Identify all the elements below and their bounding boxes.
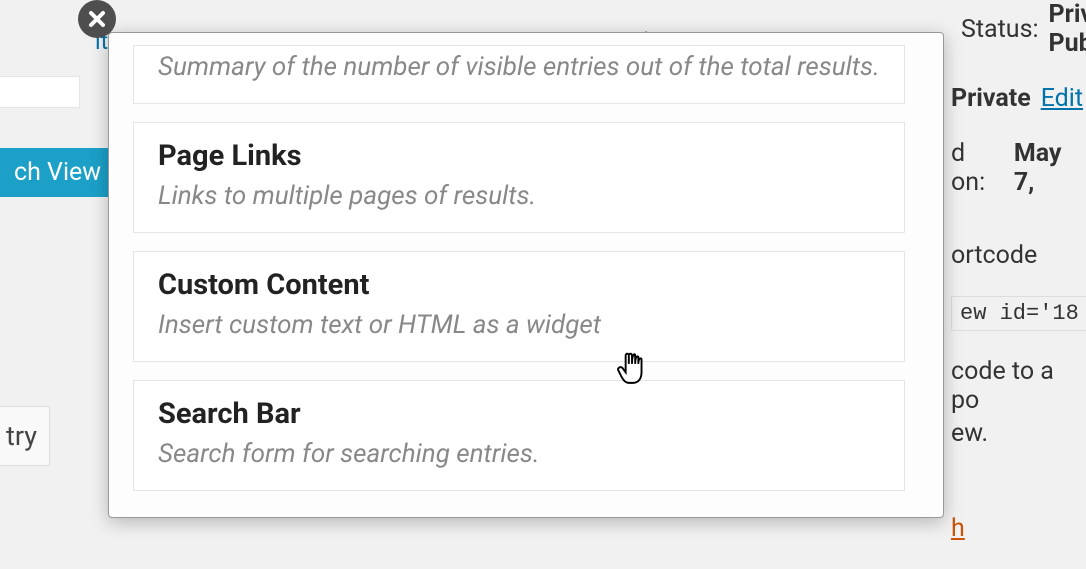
- widget-item-custom-content[interactable]: Custom Content Insert custom text or HTM…: [133, 251, 905, 362]
- switch-view-button[interactable]: ch View: [0, 148, 115, 197]
- shortcode-value[interactable]: ew id='18: [951, 296, 1086, 331]
- widget-title: Custom Content: [158, 268, 880, 302]
- publish-sidebar: Status: Privately Pub Private Edit d on:…: [941, 0, 1086, 569]
- widget-desc: Insert custom text or HTML as a widget: [158, 308, 880, 343]
- shortcode-label: ortcode: [951, 241, 1037, 270]
- widget-item-summary[interactable]: Summary of the number of visible entries…: [133, 45, 905, 104]
- widget-desc: Links to multiple pages of results.: [158, 179, 880, 214]
- widget-item-search-bar[interactable]: Search Bar Search form for searching ent…: [133, 380, 905, 491]
- shortcode-hint-2: ew.: [951, 419, 988, 448]
- visibility-value: Private: [951, 84, 1031, 113]
- widget-desc: Search form for searching entries.: [158, 437, 880, 472]
- widget-item-page-links[interactable]: Page Links Links to multiple pages of re…: [133, 122, 905, 233]
- status-value: Privately Pub: [1049, 0, 1086, 58]
- background-box-top: [0, 76, 80, 108]
- widget-list-scroll[interactable]: Summary of the number of visible entries…: [133, 45, 913, 505]
- widget-title: Search Bar: [158, 397, 880, 431]
- shortcode-hint-1: code to a po: [951, 357, 1086, 415]
- published-date: May 7,: [1014, 139, 1086, 197]
- close-icon: [87, 9, 107, 29]
- status-label: Status:: [961, 15, 1039, 44]
- widget-title: Page Links: [158, 139, 880, 173]
- published-label: d on:: [951, 139, 1004, 197]
- widget-picker-modal: Summary of the number of visible entries…: [108, 32, 944, 518]
- close-modal-button[interactable]: [78, 0, 116, 38]
- edit-visibility-link[interactable]: Edit: [1041, 84, 1083, 113]
- trash-link[interactable]: h: [951, 514, 965, 543]
- entry-label: try: [6, 420, 37, 452]
- background-box-entry: try: [0, 406, 50, 466]
- widget-desc: Summary of the number of visible entries…: [158, 50, 880, 85]
